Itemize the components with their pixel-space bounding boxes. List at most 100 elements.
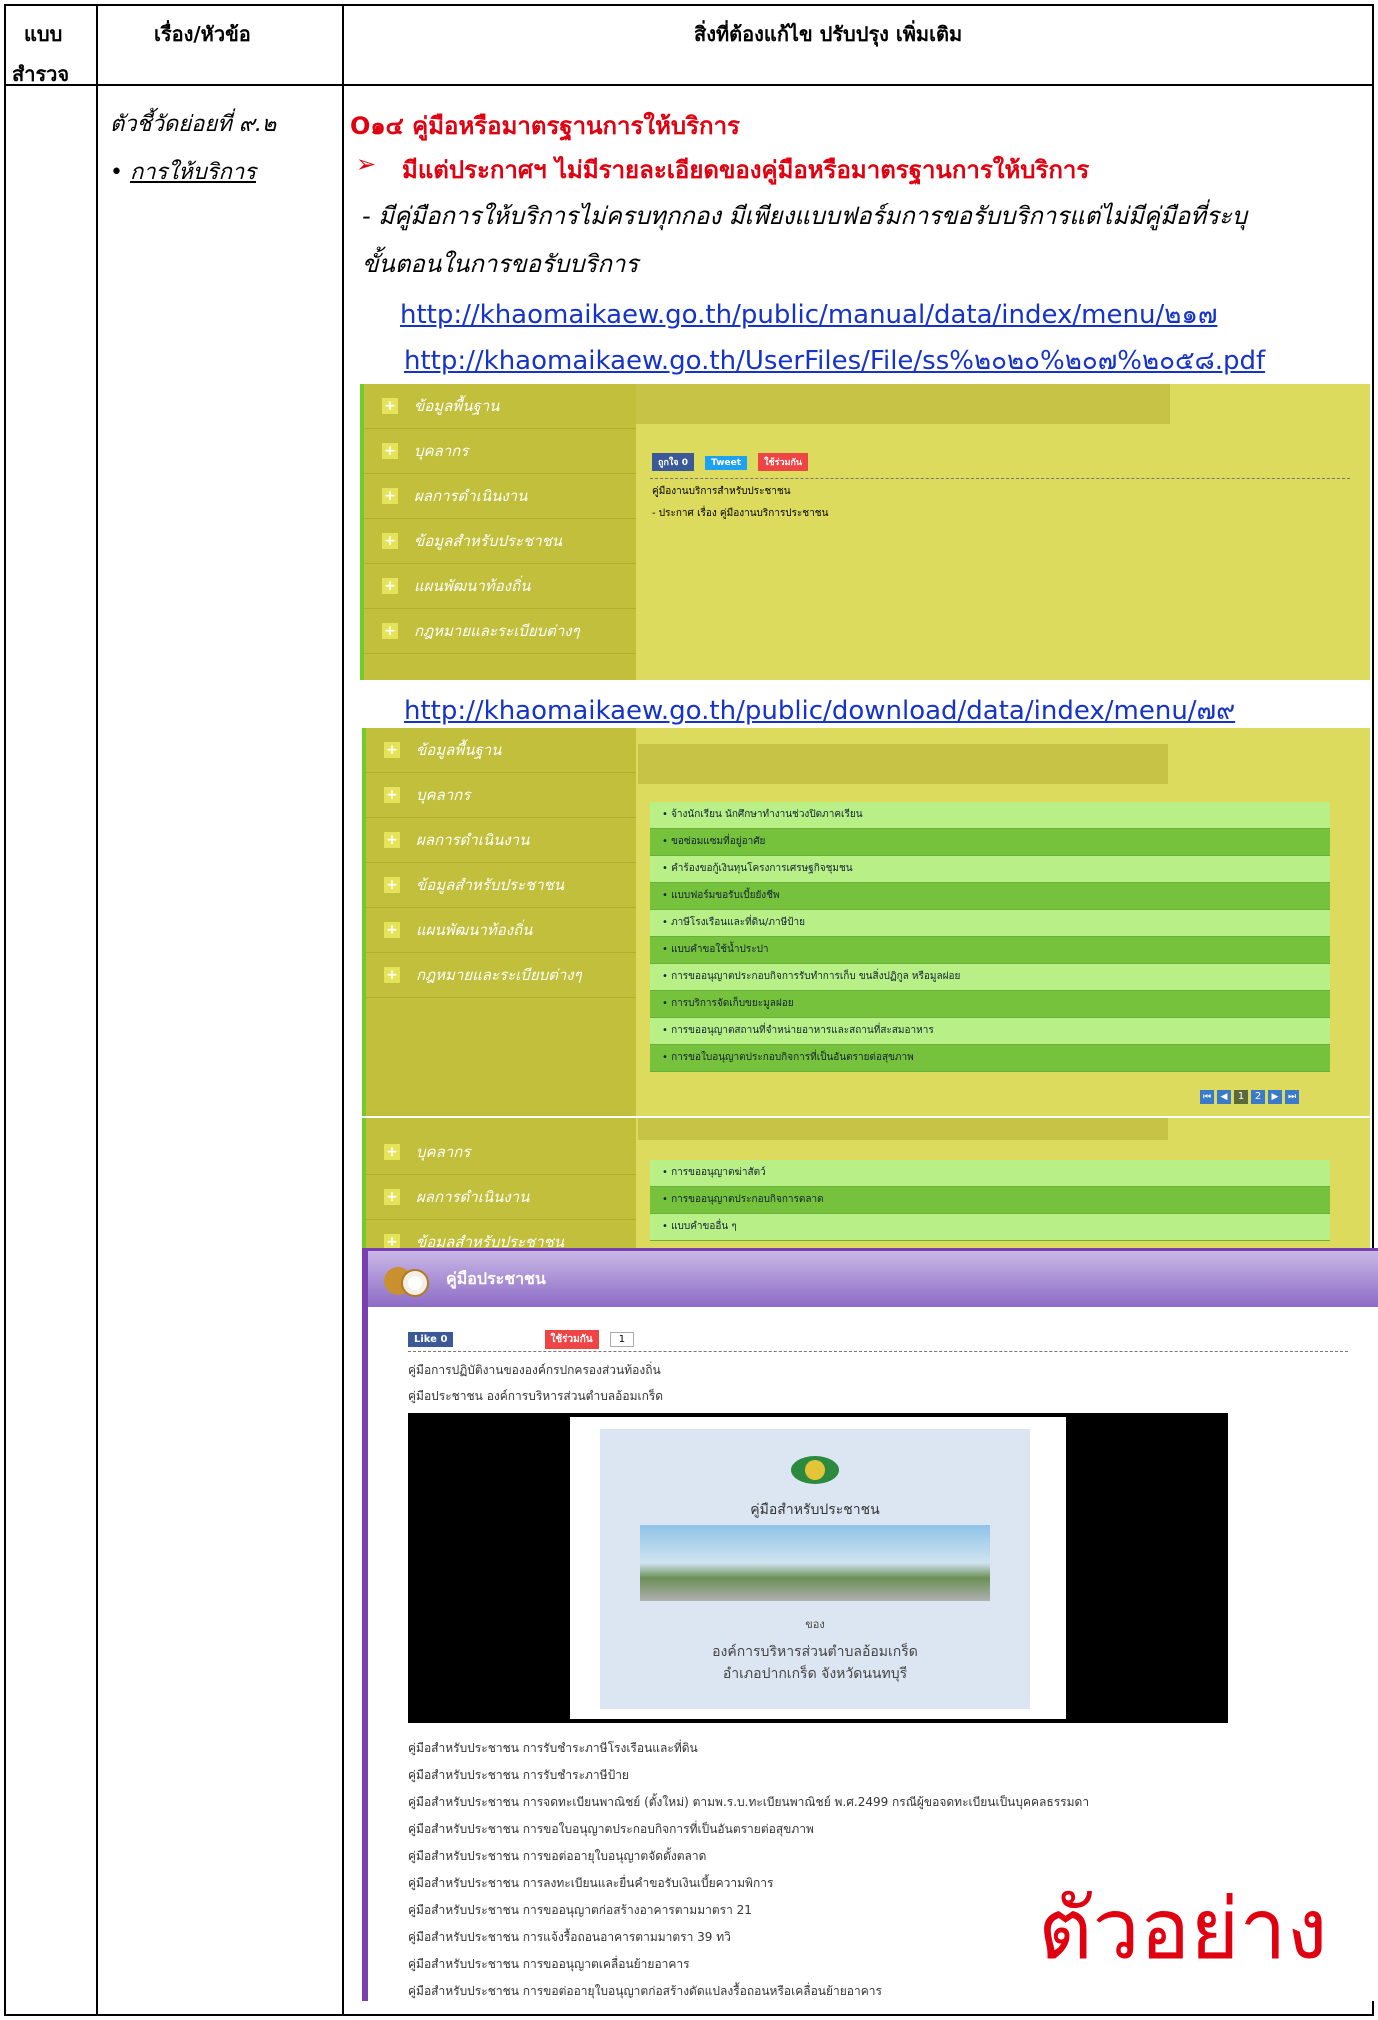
link-download[interactable]: http://khaomaikaew.go.th/public/download… bbox=[404, 690, 1235, 731]
bullet: • bbox=[110, 160, 130, 185]
plus-icon: + bbox=[384, 742, 400, 758]
plus-icon: + bbox=[382, 578, 398, 594]
plus-icon: + bbox=[384, 1144, 400, 1160]
last-page-icon[interactable]: ⏭ bbox=[1285, 1090, 1299, 1104]
manual-title: คู่มือประชาชน bbox=[446, 1269, 546, 1288]
list-item[interactable]: คู่มือสำหรับประชาชน การจดทะเบียนพาณิชย์ … bbox=[408, 1789, 1348, 1816]
list-item[interactable]: • การขออนุญาตสถานที่จำหน่ายอาหารและสถานท… bbox=[650, 1018, 1330, 1045]
menu-item[interactable]: + กฎหมายและระเบียบต่างๆ bbox=[366, 953, 636, 998]
menu-item[interactable]: + ข้อมูลสำหรับประชาชน bbox=[366, 863, 636, 908]
list-item[interactable]: • การขออนุญาตประกอบกิจการตลาด bbox=[650, 1187, 1330, 1214]
tweet-button[interactable]: Tweet bbox=[705, 456, 748, 470]
manual-line-1[interactable]: คู่มือการปฏิบัติงานขององค์กรปกครองส่วนท้… bbox=[408, 1361, 661, 1380]
menu-item[interactable]: + ผลการดำเนินงาน bbox=[366, 1175, 636, 1220]
download-list: • การขออนุญาตฆ่าสัตว์ • การขออนุญาตประกอ… bbox=[650, 1160, 1330, 1241]
announcement-link[interactable]: - ประกาศ เรื่อง คู่มืองานบริการประชาชน bbox=[652, 506, 828, 521]
menu-item[interactable]: + แผนพัฒนาท้องถิ่น bbox=[366, 908, 636, 953]
header-col3: สิ่งที่ต้องแก้ไข ปรับปรุง เพิ่มเติม bbox=[694, 22, 963, 46]
list-item[interactable]: • การขออนุญาตฆ่าสัตว์ bbox=[650, 1160, 1330, 1187]
side-menu: + บุคลากร + ผลการดำเนินงาน + ข้อมูลสำหรับปร… bbox=[362, 1118, 636, 1248]
list-item[interactable]: • แบบคำขออื่น ๆ bbox=[650, 1214, 1330, 1241]
cover-page: คู่มือสำหรับประชาชน ของ องค์การบริหารส่ว… bbox=[600, 1429, 1030, 1709]
plus-icon: + bbox=[384, 1189, 400, 1205]
menu-item[interactable]: + ข้อมูลพื้นฐาน bbox=[364, 384, 636, 429]
list-item[interactable]: • การขออนุญาตประกอบกิจการรับทำการเก็บ ขน… bbox=[650, 964, 1330, 991]
note-line-2: ขั้นตอนในการขอรับบริการ bbox=[362, 250, 639, 278]
cover-of: ของ bbox=[805, 1618, 825, 1631]
table-border-top bbox=[4, 4, 1374, 6]
sample-watermark: ตัวอย่าง bbox=[1038, 1880, 1328, 1978]
pdf-viewer[interactable]: คู่มือสำหรับประชาชน ของ องค์การบริหารส่ว… bbox=[408, 1413, 1228, 1723]
header-divider bbox=[4, 84, 1374, 86]
header-col2: เรื่อง/หัวข้อ bbox=[154, 22, 251, 46]
page-heading: คู่มืองานบริการสำหรับประชาชน bbox=[652, 486, 791, 497]
side-menu: + ข้อมูลพื้นฐาน + บุคลากร + ผลการดำเนินงาน … bbox=[360, 384, 636, 680]
download-list: • จ้างนักเรียน นักศึกษาทำงานช่วงปิดภาคเร… bbox=[650, 802, 1330, 1072]
screenshot-download-page-2: + บุคลากร + ผลการดำเนินงาน + ข้อมูลสำหรับปร… bbox=[362, 1118, 1370, 1248]
menu-item[interactable]: + บุคลากร bbox=[366, 773, 636, 818]
indicator-label: ตัวชี้วัดย่อยที่ ๙.๒ bbox=[110, 112, 277, 137]
menu-item[interactable]: + ข้อมูลสำหรับประชาชน bbox=[364, 519, 636, 564]
plus-icon: + bbox=[382, 398, 398, 414]
header-col1-line2: สำรวจ bbox=[12, 62, 70, 86]
divider bbox=[650, 478, 1350, 479]
building-photo bbox=[640, 1525, 990, 1601]
list-item[interactable]: คู่มือสำหรับประชาชน การรับชำระภาษีป้าย bbox=[408, 1762, 1348, 1789]
menu-item[interactable]: + ผลการดำเนินงาน bbox=[364, 474, 636, 519]
list-item[interactable]: • ภาษีโรงเรือนและที่ดิน/ภาษีป้าย bbox=[650, 910, 1330, 937]
column-divider-1 bbox=[96, 4, 98, 2016]
screenshot-download-page: + ข้อมูลพื้นฐาน + บุคลากร + ผลการดำเนินงาน … bbox=[362, 728, 1370, 1116]
plus-icon: + bbox=[384, 922, 400, 938]
manual-title-bar: คู่มือประชาชน bbox=[368, 1251, 1378, 1307]
menu-item[interactable]: + กฎหมายและระเบียบต่างๆ bbox=[364, 609, 636, 654]
pagination: ⏮ ◀ 1 2 ▶ ⏭ bbox=[1200, 1090, 1299, 1104]
content-header-bar bbox=[638, 1118, 1168, 1140]
plus-icon: + bbox=[384, 877, 400, 893]
page-2[interactable]: 2 bbox=[1251, 1090, 1265, 1104]
list-item[interactable]: • คำร้องขอกู้เงินทุนโครงการเศรษฐกิจชุมชน bbox=[650, 856, 1330, 883]
next-page-icon[interactable]: ▶ bbox=[1268, 1090, 1282, 1104]
screenshot-citizen-manual: คู่มือประชาชน Like 0 ใช้ร่วมกัน 1 คู่มือ… bbox=[362, 1248, 1378, 2001]
plus-icon: + bbox=[384, 1234, 400, 1248]
list-item[interactable]: • แบบฟอร์มขอรับเบี้ยยังชีพ bbox=[650, 883, 1330, 910]
link-pdf[interactable]: http://khaomaikaew.go.th/UserFiles/File/… bbox=[404, 340, 1265, 381]
share-button[interactable]: ใช้ร่วมกัน bbox=[544, 1330, 599, 1349]
emblem-icon bbox=[790, 1455, 840, 1485]
plus-icon: + bbox=[384, 967, 400, 983]
menu-item[interactable]: + บุคลากร bbox=[364, 429, 636, 474]
social-buttons: Like 0 ใช้ร่วมกัน 1 bbox=[408, 1327, 635, 1349]
list-item[interactable]: • การขอใบอนุญาตประกอบกิจการที่เป็นอันตรา… bbox=[650, 1045, 1330, 1072]
divider bbox=[408, 1351, 1348, 1352]
side-menu: + ข้อมูลพื้นฐาน + บุคลากร + ผลการดำเนินงาน … bbox=[362, 728, 636, 1116]
table-border-bottom bbox=[4, 2014, 1374, 2016]
list-item[interactable]: • แบบคำขอใช้น้ำประปา bbox=[650, 937, 1330, 964]
cover-org: องค์การบริหารส่วนตำบลอ้อมเกร็ด bbox=[712, 1644, 918, 1660]
like-button[interactable]: ถูกใจ 0 bbox=[652, 453, 694, 471]
cover-title: คู่มือสำหรับประชาชน bbox=[750, 1502, 880, 1518]
screenshot-manual-page: + ข้อมูลพื้นฐาน + บุคลากร + ผลการดำเนินงาน … bbox=[360, 384, 1370, 680]
list-item[interactable]: คู่มือสำหรับประชาชน การรับชำระภาษีโรงเรื… bbox=[408, 1735, 1348, 1762]
column-divider-2 bbox=[342, 4, 344, 2016]
menu-item[interactable]: + ข้อมูลสำหรับประชาชน bbox=[366, 1220, 636, 1248]
document-cover: คู่มือสำหรับประชาชน ของ องค์การบริหารส่ว… bbox=[570, 1417, 1066, 1719]
page-1[interactable]: 1 bbox=[1234, 1090, 1248, 1104]
table-border-left bbox=[4, 4, 6, 2016]
manual-line-2[interactable]: คู่มือประชาชน องค์การบริหารส่วนตำบลอ้อมเ… bbox=[408, 1387, 663, 1406]
list-item[interactable]: • การบริการจัดเก็บขยะมูลฝอย bbox=[650, 991, 1330, 1018]
plus-icon: + bbox=[384, 832, 400, 848]
menu-item[interactable]: + บุคลากร bbox=[366, 1130, 636, 1175]
share-button[interactable]: ใช้ร่วมกัน bbox=[758, 453, 809, 471]
menu-item[interactable]: + แผนพัฒนาท้องถิ่น bbox=[364, 564, 636, 609]
note-line-1: - มีคู่มือการให้บริการไม่ครบทุกกอง มีเพี… bbox=[362, 202, 1248, 230]
list-item[interactable]: • จ้างนักเรียน นักศึกษาทำงานช่วงปิดภาคเร… bbox=[650, 802, 1330, 829]
prev-page-icon[interactable]: ◀ bbox=[1217, 1090, 1231, 1104]
menu-item[interactable]: + ข้อมูลพื้นฐาน bbox=[366, 728, 636, 773]
list-item[interactable]: คู่มือสำหรับประชาชน การขอใบอนุญาตประกอบก… bbox=[408, 1816, 1348, 1843]
share-count: 1 bbox=[609, 1332, 635, 1347]
link-manual[interactable]: http://khaomaikaew.go.th/public/manual/d… bbox=[400, 294, 1217, 335]
like-button[interactable]: Like 0 bbox=[408, 1332, 454, 1347]
arrow-icon: ➢ bbox=[356, 150, 377, 178]
menu-item[interactable]: + ผลการดำเนินงาน bbox=[366, 818, 636, 863]
first-page-icon[interactable]: ⏮ bbox=[1200, 1090, 1214, 1104]
list-item[interactable]: • ขอซ่อมแซมที่อยู่อาศัย bbox=[650, 829, 1330, 856]
